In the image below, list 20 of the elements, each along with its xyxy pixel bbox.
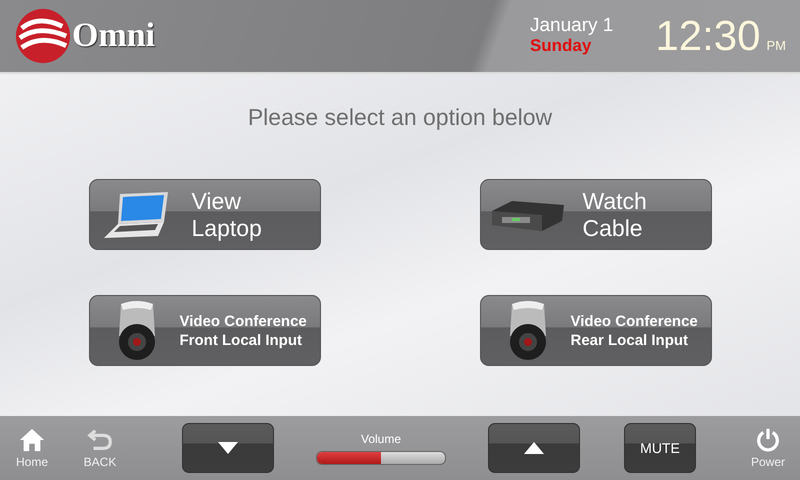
source-button[interactable]: Video Conference Front Local Input [88,295,320,366]
volume-label: Volume [360,432,402,446]
prompt-text: Please select an option below [248,104,552,131]
volume-up-button[interactable] [488,423,580,473]
back-arrow-icon [86,427,114,453]
clock-time: 12:30 [655,12,760,60]
date-text: January 1 [530,16,614,36]
logo-icon [14,7,72,65]
logo-text: Omni [72,17,156,55]
source-button[interactable]: Watch Cable [480,179,712,250]
down-arrow-icon [218,442,238,454]
volume-down-button[interactable] [182,423,274,473]
weekday-text: Sunday [530,36,592,56]
clock-meridiem: PM [766,38,786,53]
source-button[interactable]: Video Conference Rear Local Input [480,295,712,366]
up-arrow-icon [524,442,544,454]
source-button[interactable]: View Laptop [88,179,320,250]
mute-button[interactable]: MUTE [624,423,696,473]
home-icon [17,427,47,453]
power-icon [755,427,781,453]
